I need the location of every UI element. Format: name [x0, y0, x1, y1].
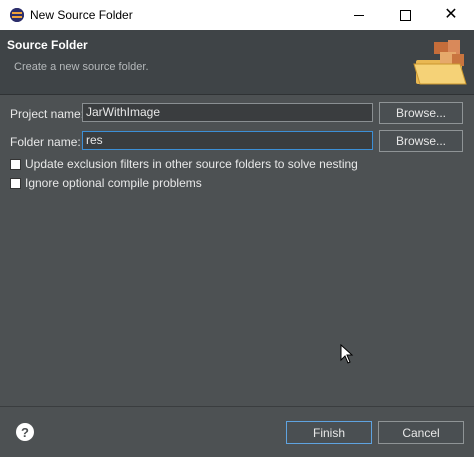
folder-browse-button[interactable]: Browse...: [379, 130, 463, 152]
close-icon: ✕: [444, 6, 458, 23]
project-name-field[interactable]: JarWithImage: [82, 103, 373, 122]
help-icon[interactable]: ?: [16, 423, 34, 441]
finish-button[interactable]: Finish: [286, 421, 372, 444]
maximize-icon: [399, 9, 411, 21]
header-title: Source Folder: [7, 38, 88, 52]
folder-stack-icon: [413, 40, 467, 85]
update-exclusion-checkbox[interactable]: [10, 158, 21, 170]
header-description: Create a new source folder.: [14, 61, 149, 73]
dialog-header: Source Folder Create a new source folder…: [0, 30, 474, 95]
ignore-optional-checkbox[interactable]: [10, 177, 21, 189]
ignore-optional-option[interactable]: Ignore optional compile problems: [10, 175, 202, 191]
folder-name-field[interactable]: res: [82, 131, 373, 150]
minimize-button[interactable]: [336, 0, 382, 30]
title-bar: New Source Folder ✕: [0, 0, 474, 30]
project-browse-button[interactable]: Browse...: [379, 102, 463, 124]
update-exclusion-option[interactable]: Update exclusion filters in other source…: [10, 156, 358, 172]
maximize-button[interactable]: [382, 0, 428, 30]
project-name-label: Project name:: [10, 107, 85, 121]
minimize-icon: [354, 14, 364, 16]
eclipse-app-icon: [10, 8, 24, 22]
ignore-optional-label: Ignore optional compile problems: [25, 176, 202, 190]
close-button[interactable]: ✕: [428, 0, 474, 30]
cancel-button[interactable]: Cancel: [378, 421, 464, 444]
mouse-cursor-icon: [340, 344, 354, 364]
footer-separator: [0, 406, 474, 407]
window-title: New Source Folder: [30, 8, 133, 22]
folder-name-label: Folder name:: [10, 135, 81, 149]
update-exclusion-label: Update exclusion filters in other source…: [25, 157, 358, 171]
